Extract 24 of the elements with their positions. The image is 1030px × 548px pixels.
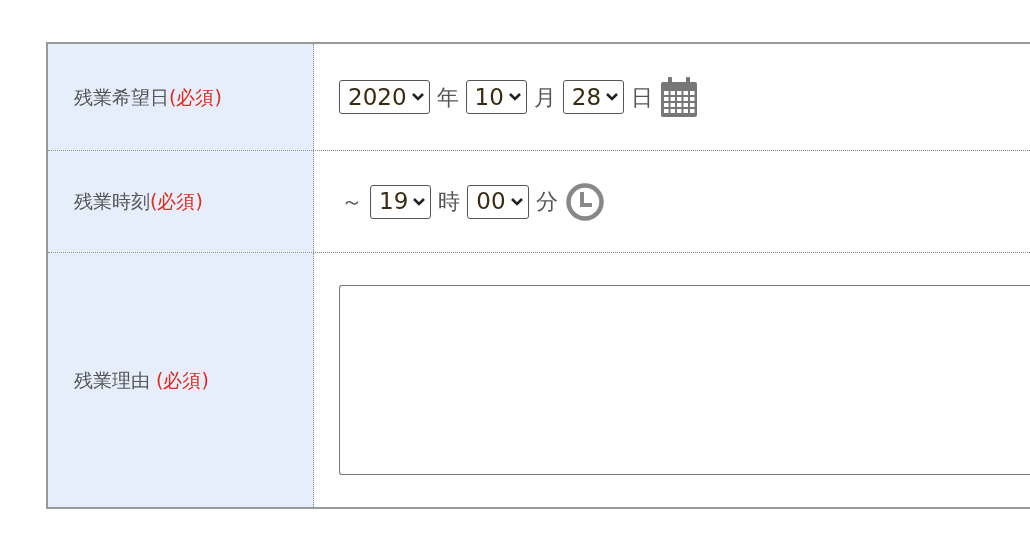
- chevron-icon: [507, 92, 522, 102]
- dropdown[interactable]: 00: [467, 184, 529, 219]
- field-label: 残業時刻: [74, 189, 150, 215]
- unit-label: 月: [533, 83, 556, 112]
- required-mark: (必須): [150, 189, 203, 215]
- unit-label: ～: [341, 188, 363, 216]
- field-label: 残業希望日: [74, 84, 169, 110]
- field-label: 残業理由: [74, 367, 150, 393]
- calendar-icon[interactable]: [660, 77, 699, 117]
- unit-label: 年: [436, 83, 459, 112]
- chevron-icon: [509, 196, 524, 207]
- chevron-icon: [412, 196, 427, 207]
- dropdown[interactable]: 28: [562, 80, 625, 114]
- unit-label: 日: [631, 83, 654, 112]
- unit-label: 時: [438, 188, 461, 216]
- chevron-icon: [605, 92, 620, 102]
- dropdown[interactable]: 2020: [339, 80, 430, 114]
- required-mark: (必須): [156, 367, 209, 393]
- unit-label: 分: [535, 188, 558, 216]
- dropdown[interactable]: 19: [370, 184, 432, 219]
- required-mark: (必須): [169, 84, 222, 110]
- chevron-icon: [410, 92, 425, 102]
- dropdown[interactable]: 10: [465, 80, 527, 114]
- clock-icon[interactable]: [564, 181, 605, 222]
